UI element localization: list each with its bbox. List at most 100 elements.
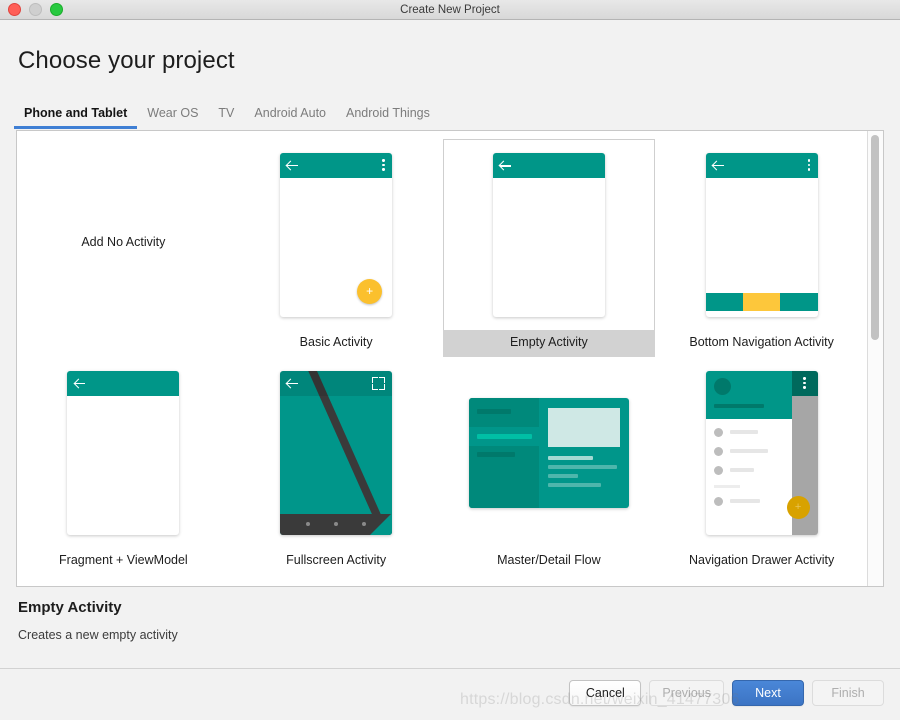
gallery-scrollbar-thumb[interactable] (871, 135, 879, 340)
detail-text-line (548, 464, 617, 469)
drawer-item-icon (713, 446, 723, 456)
nav-dot-icon (362, 522, 367, 526)
template-label (17, 344, 230, 357)
template-card-fragment-viewmodel[interactable]: Fragment + ViewModel (17, 357, 230, 575)
drawer-divider (713, 484, 741, 488)
app-bar (492, 153, 605, 178)
template-label: Fullscreen Activity (286, 553, 387, 567)
template-label: Basic Activity (299, 335, 373, 349)
phone-mock: + (280, 152, 393, 317)
next-button[interactable]: Next (732, 679, 804, 706)
back-arrow-icon (287, 160, 299, 171)
template-label: Master/Detail Flow (497, 553, 601, 567)
template-card-bottom-navigation-activity[interactable]: Bottom Navigation Activity (655, 139, 868, 357)
tab-phone-and-tablet[interactable]: Phone and Tablet (14, 106, 138, 129)
zoom-traffic-light-icon[interactable] (50, 3, 63, 16)
thumbnail-none: Add No Activity (17, 139, 230, 344)
floating-action-button-icon: + (786, 495, 810, 519)
drawer-list-item (713, 446, 784, 456)
back-arrow-icon (499, 160, 511, 171)
template-description: Empty Activity Creates a new empty activ… (16, 587, 884, 668)
thumbnail-bottom-navigation (655, 139, 868, 330)
template-grid: Add No Activity + Basic Activity Empty A… (17, 139, 868, 575)
bottom-nav-item (780, 292, 818, 311)
template-label: Bottom Navigation Activity (689, 335, 834, 349)
app-bar (705, 152, 818, 178)
detail-image-placeholder (548, 407, 620, 447)
tablet-mock (468, 397, 629, 508)
avatar (713, 377, 731, 395)
drawer-item-icon (713, 496, 723, 506)
overflow-menu-icon (807, 159, 811, 171)
tab-tv[interactable]: TV (208, 106, 244, 129)
template-label: Navigation Drawer Activity (689, 553, 835, 567)
back-arrow-icon (287, 378, 299, 389)
template-card-navigation-drawer-activity[interactable]: + Navigation Drawer Activity (655, 357, 868, 575)
drawer-list-item (713, 465, 784, 475)
template-grid-viewport: Add No Activity + Basic Activity Empty A… (17, 131, 868, 586)
app-bar (67, 370, 180, 396)
phone-mock (705, 152, 818, 317)
dialog-body: Choose your project Phone and Tablet Wea… (0, 20, 900, 668)
nav-dot-icon (306, 522, 311, 526)
template-card-basic-activity[interactable]: + Basic Activity (230, 139, 443, 357)
detail-text-line (548, 455, 593, 460)
drawer-item-label (729, 468, 754, 472)
drawer-item-list (706, 419, 792, 516)
overflow-menu-icon (382, 159, 385, 171)
thumbnail-fragment-viewmodel (17, 357, 230, 548)
bottom-navigation-bar (705, 292, 818, 311)
thumbnail-master-detail-flow (443, 357, 656, 548)
detail-text-line (548, 473, 579, 478)
tab-android-things[interactable]: Android Things (336, 106, 440, 129)
description-text: Creates a new empty activity (18, 628, 178, 642)
template-card-fullscreen-activity[interactable]: Fullscreen Activity (230, 357, 443, 575)
overflow-menu-icon (803, 377, 806, 389)
drawer-list-item (713, 427, 784, 437)
master-list-row (476, 408, 511, 414)
drawer-item-label (729, 499, 760, 503)
back-arrow-icon (712, 160, 724, 171)
bottom-nav-item-selected (742, 292, 781, 311)
description-title: Empty Activity (18, 599, 122, 616)
page-title: Choose your project (18, 47, 235, 74)
master-list-row-selected (468, 426, 540, 446)
close-traffic-light-icon[interactable] (8, 3, 21, 16)
dialog-footer: https://blog.csdn.net/weixin_41477306 Ca… (0, 668, 900, 720)
detail-pane (539, 398, 629, 508)
template-card-add-no-activity[interactable]: Add No Activity (17, 139, 230, 357)
drawer-item-icon (713, 427, 723, 437)
phone-mock (67, 370, 180, 535)
thumbnail-empty-activity (442, 139, 656, 330)
app-bar (791, 370, 818, 396)
drawer-list-item (713, 496, 784, 506)
template-card-master-detail-flow[interactable]: Master/Detail Flow (443, 357, 656, 575)
form-factor-tabs: Phone and Tablet Wear OS TV Android Auto… (14, 103, 884, 129)
detail-text-line (548, 482, 602, 487)
create-new-project-dialog: Create New Project Choose your project P… (0, 0, 900, 720)
drawer-header-text (713, 403, 765, 408)
phone-mock (492, 153, 605, 317)
tab-wear-os[interactable]: Wear OS (137, 106, 208, 129)
master-pane (468, 397, 540, 508)
template-gallery: Add No Activity + Basic Activity Empty A… (16, 130, 884, 587)
template-card-empty-activity[interactable]: Empty Activity (442, 139, 656, 357)
back-arrow-icon (74, 378, 86, 389)
window-title: Create New Project (400, 3, 500, 16)
thumbnail-navigation-drawer: + (655, 357, 868, 548)
thumbnail-basic-activity: + (230, 139, 443, 330)
template-label: Empty Activity (442, 330, 656, 357)
add-no-activity-text: Add No Activity (81, 234, 166, 249)
bottom-nav-item (705, 292, 743, 311)
phone-mock: + (705, 370, 818, 535)
previous-button[interactable]: Previous (649, 679, 724, 706)
minimize-traffic-light-icon[interactable] (29, 3, 42, 16)
drawer-item-label (729, 449, 768, 453)
title-bar: Create New Project (0, 0, 900, 20)
gallery-scrollbar[interactable] (867, 131, 883, 586)
cancel-button[interactable]: Cancel (569, 679, 642, 706)
drawer-header (705, 370, 792, 419)
tab-android-auto[interactable]: Android Auto (244, 106, 336, 129)
floating-action-button-icon: + (357, 278, 383, 304)
finish-button[interactable]: Finish (812, 679, 884, 706)
